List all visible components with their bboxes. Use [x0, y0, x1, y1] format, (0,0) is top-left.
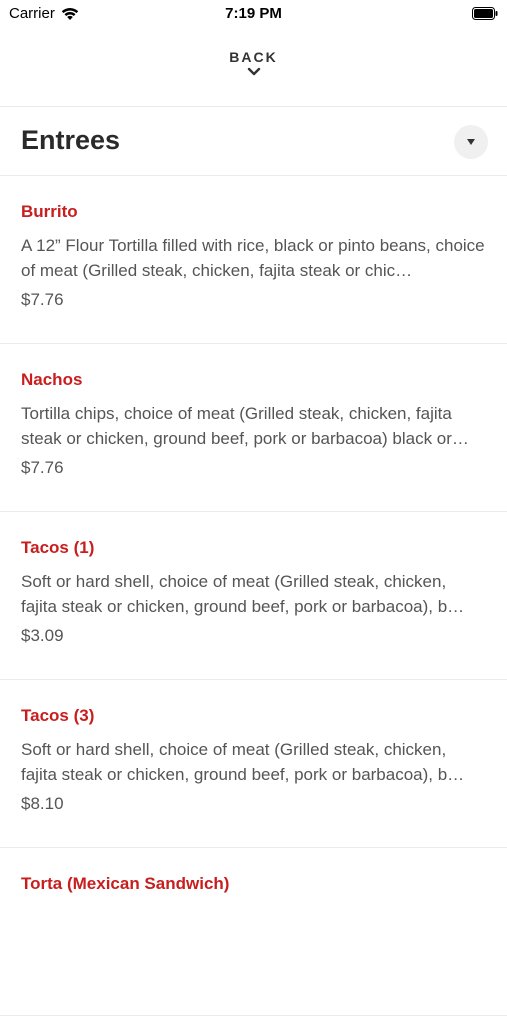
- menu-item-name: Nachos: [21, 370, 83, 389]
- menu-item[interactable]: Torta (Mexican Sandwich): [0, 848, 507, 1016]
- section-header: Entrees: [0, 108, 507, 175]
- triangle-down-icon: [467, 139, 475, 145]
- menu-item-price: $7.76: [21, 458, 64, 477]
- back-button[interactable]: BACK: [0, 46, 507, 94]
- menu-item-name: Torta (Mexican Sandwich): [21, 874, 230, 893]
- menu-item-description: Soft or hard shell, choice of meat (Gril…: [21, 572, 465, 616]
- header-divider: [0, 106, 507, 107]
- battery-icon: [472, 7, 498, 20]
- category-dropdown-button[interactable]: [454, 125, 488, 159]
- menu-item-name: Tacos (3): [21, 706, 95, 725]
- menu-item-description: Soft or hard shell, choice of meat (Gril…: [21, 740, 465, 784]
- menu-item-description: Tortilla chips, choice of meat (Grilled …: [21, 404, 469, 448]
- status-bar: Carrier 7:19 PM: [0, 0, 507, 28]
- menu-item[interactable]: Burrito A 12” Flour Tortilla filled with…: [0, 176, 507, 344]
- menu-item-price: $7.76: [21, 290, 64, 309]
- menu-item-name: Burrito: [21, 202, 78, 221]
- chevron-down-icon: [247, 67, 260, 76]
- menu-item[interactable]: Tacos (1) Soft or hard shell, choice of …: [0, 512, 507, 680]
- menu-item-description: A 12” Flour Tortilla filled with rice, b…: [21, 236, 485, 280]
- menu-item[interactable]: Tacos (3) Soft or hard shell, choice of …: [0, 680, 507, 848]
- section-title: Entrees: [21, 125, 121, 155]
- menu-item[interactable]: Nachos Tortilla chips, choice of meat (G…: [0, 344, 507, 512]
- back-label: BACK: [229, 49, 278, 65]
- menu-item-price: $8.10: [21, 794, 64, 813]
- status-time: 7:19 PM: [225, 5, 282, 22]
- menu-item-price: $3.09: [21, 626, 64, 645]
- menu-item-list: Burrito A 12” Flour Tortilla filled with…: [0, 176, 507, 1016]
- menu-item-name: Tacos (1): [21, 538, 95, 557]
